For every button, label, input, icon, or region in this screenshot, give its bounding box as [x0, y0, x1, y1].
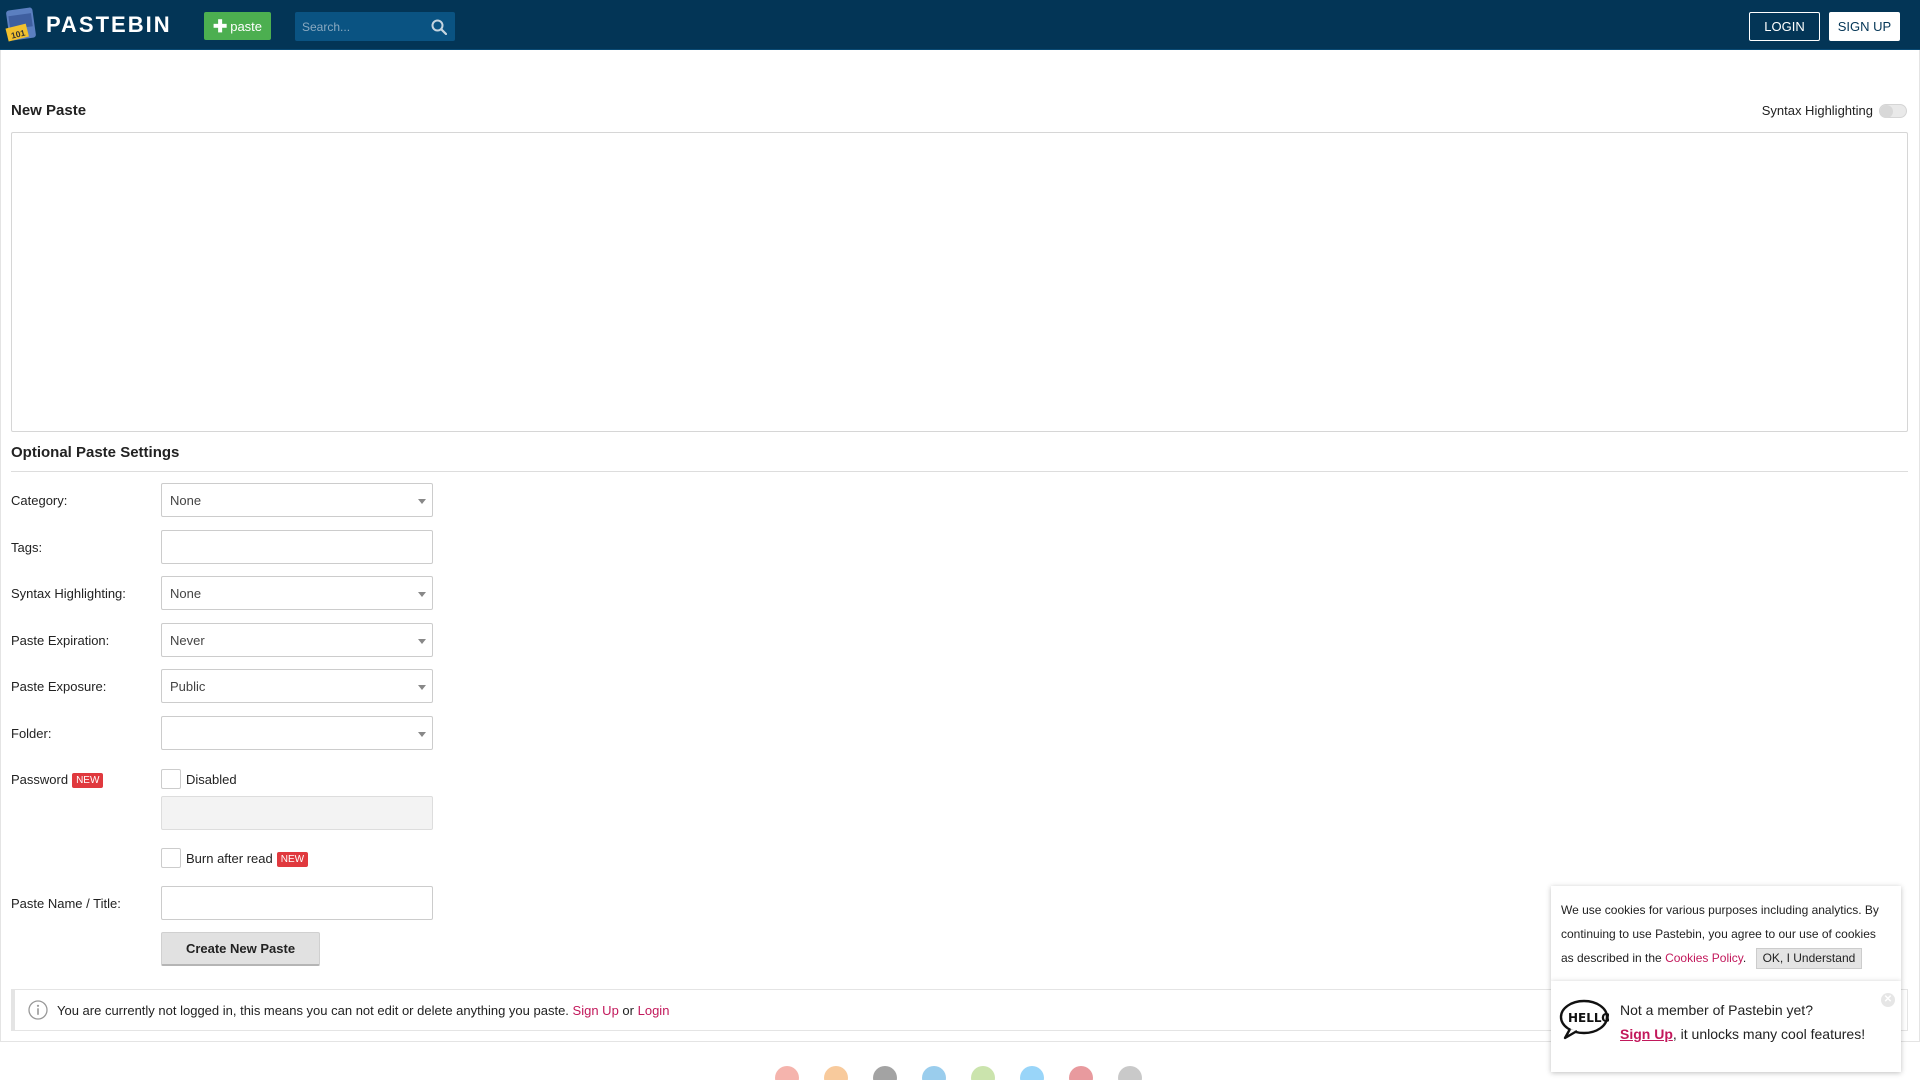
chevron-down-icon — [418, 685, 426, 690]
chrome-icon[interactable] — [775, 1066, 799, 1080]
optional-settings-heading: Optional Paste Settings — [11, 444, 180, 461]
paste-name-input[interactable] — [161, 886, 433, 920]
chevron-down-icon — [418, 499, 426, 504]
toggle-knob — [1880, 104, 1893, 118]
paste-expiration-value: Never — [170, 632, 205, 648]
chevron-down-icon — [418, 639, 426, 644]
svg-text:HELLO: HELLO — [1568, 1011, 1609, 1025]
paste-expiration-label: Paste Expiration: — [11, 633, 110, 648]
paste-name-label: Paste Name / Title: — [11, 896, 121, 911]
burn-after-read-label: Burn after read — [186, 851, 273, 866]
notice-text: You are currently not logged in, this me… — [57, 1002, 569, 1018]
category-value: None — [170, 492, 202, 508]
close-icon[interactable]: ✕ — [1881, 993, 1895, 1007]
pastebin-logo-icon: 101 — [5, 7, 36, 42]
notice-or: or — [622, 1002, 634, 1018]
new-paste-label: paste — [230, 18, 263, 34]
syntax-highlighting-toggle[interactable] — [1879, 103, 1907, 118]
paste-exposure-select[interactable]: Public — [161, 669, 433, 703]
cookies-policy-link[interactable]: Cookies Policy — [1665, 951, 1743, 965]
brand-name: PASTEBIN — [46, 12, 172, 37]
new-paste-heading: New Paste — [11, 102, 87, 119]
login-button[interactable]: LOGIN — [1749, 12, 1820, 41]
category-label: Category: — [11, 493, 68, 508]
paste-exposure-label: Paste Exposure: — [11, 679, 107, 694]
chevron-down-icon — [418, 732, 426, 737]
folder-label: Folder: — [11, 726, 52, 741]
syntax-highlighting-label: Syntax Highlighting: — [11, 586, 126, 601]
windows-icon[interactable] — [922, 1066, 946, 1080]
promo-line-2: Sign Up, it unlocks many cool features! — [1620, 1026, 1865, 1042]
new-badge: NEW — [276, 852, 309, 868]
pinterest-icon[interactable] — [1069, 1066, 1093, 1080]
search-input[interactable] — [295, 12, 423, 41]
password-input[interactable] — [161, 796, 433, 830]
burn-after-read-label-group: Burn after read NEW — [186, 851, 309, 868]
info-icon[interactable] — [1118, 1066, 1142, 1080]
syntax-highlighting-toggle-group: Syntax Highlighting — [1762, 103, 1907, 118]
cookie-accept-button[interactable]: OK, I Understand — [1755, 948, 1863, 969]
chevron-down-icon — [418, 592, 426, 597]
android-icon[interactable] — [971, 1066, 995, 1080]
search-box — [295, 12, 455, 41]
firefox-icon[interactable] — [824, 1066, 848, 1080]
password-label: Password — [11, 772, 69, 787]
hello-speech-bubble-icon: HELLO — [1559, 999, 1609, 1040]
folder-select[interactable] — [161, 716, 433, 750]
cookie-period: . — [1742, 951, 1747, 965]
promo-line-2-rest: , it unlocks many cool features! — [1672, 1026, 1866, 1042]
footer-social-icons — [775, 1066, 1142, 1080]
password-label-group: Password NEW — [11, 772, 104, 789]
tags-input[interactable] — [161, 530, 433, 564]
burn-after-read-checkbox[interactable] — [161, 848, 181, 868]
syntax-highlighting-value: None — [170, 585, 202, 601]
twitter-icon[interactable] — [1020, 1066, 1044, 1080]
cookie-consent-popup: We use cookies for various purposes incl… — [1551, 886, 1901, 981]
password-checkbox[interactable] — [161, 769, 181, 789]
category-select[interactable]: None — [161, 483, 433, 517]
new-badge: NEW — [72, 773, 104, 789]
pastebin-logo[interactable]: 101 PASTEBIN — [4, 6, 172, 44]
signup-promo-popup: HELLO Not a member of Pastebin yet? Sign… — [1551, 981, 1901, 1072]
promo-signup-link[interactable]: Sign Up — [1620, 1026, 1673, 1042]
syntax-toggle-label: Syntax Highlighting — [1761, 103, 1873, 118]
creative-commons-icon[interactable] — [873, 1066, 897, 1080]
paste-content-textarea[interactable] — [11, 132, 1908, 432]
notice-signup-link[interactable]: Sign Up — [573, 1003, 619, 1018]
info-icon — [28, 1000, 48, 1020]
notice-login-link[interactable]: Login — [638, 1003, 670, 1018]
top-navbar: 101 PASTEBIN ✚ paste LOGIN SIGN UP — [0, 0, 1920, 50]
promo-line-1: Not a member of Pastebin yet? — [1620, 1002, 1813, 1018]
create-new-paste-button[interactable]: Create New Paste — [161, 932, 320, 966]
tags-label: Tags: — [11, 540, 43, 555]
signup-button[interactable]: SIGN UP — [1829, 12, 1900, 41]
password-disabled-label: Disabled — [186, 772, 237, 787]
section-divider — [11, 471, 1908, 472]
search-icon[interactable] — [431, 19, 447, 35]
new-paste-button[interactable]: ✚ paste — [204, 12, 271, 40]
plus-icon: ✚ — [212, 16, 228, 36]
paste-exposure-value: Public — [170, 678, 206, 694]
paste-expiration-select[interactable]: Never — [161, 623, 433, 657]
syntax-highlighting-select[interactable]: None — [161, 576, 433, 610]
